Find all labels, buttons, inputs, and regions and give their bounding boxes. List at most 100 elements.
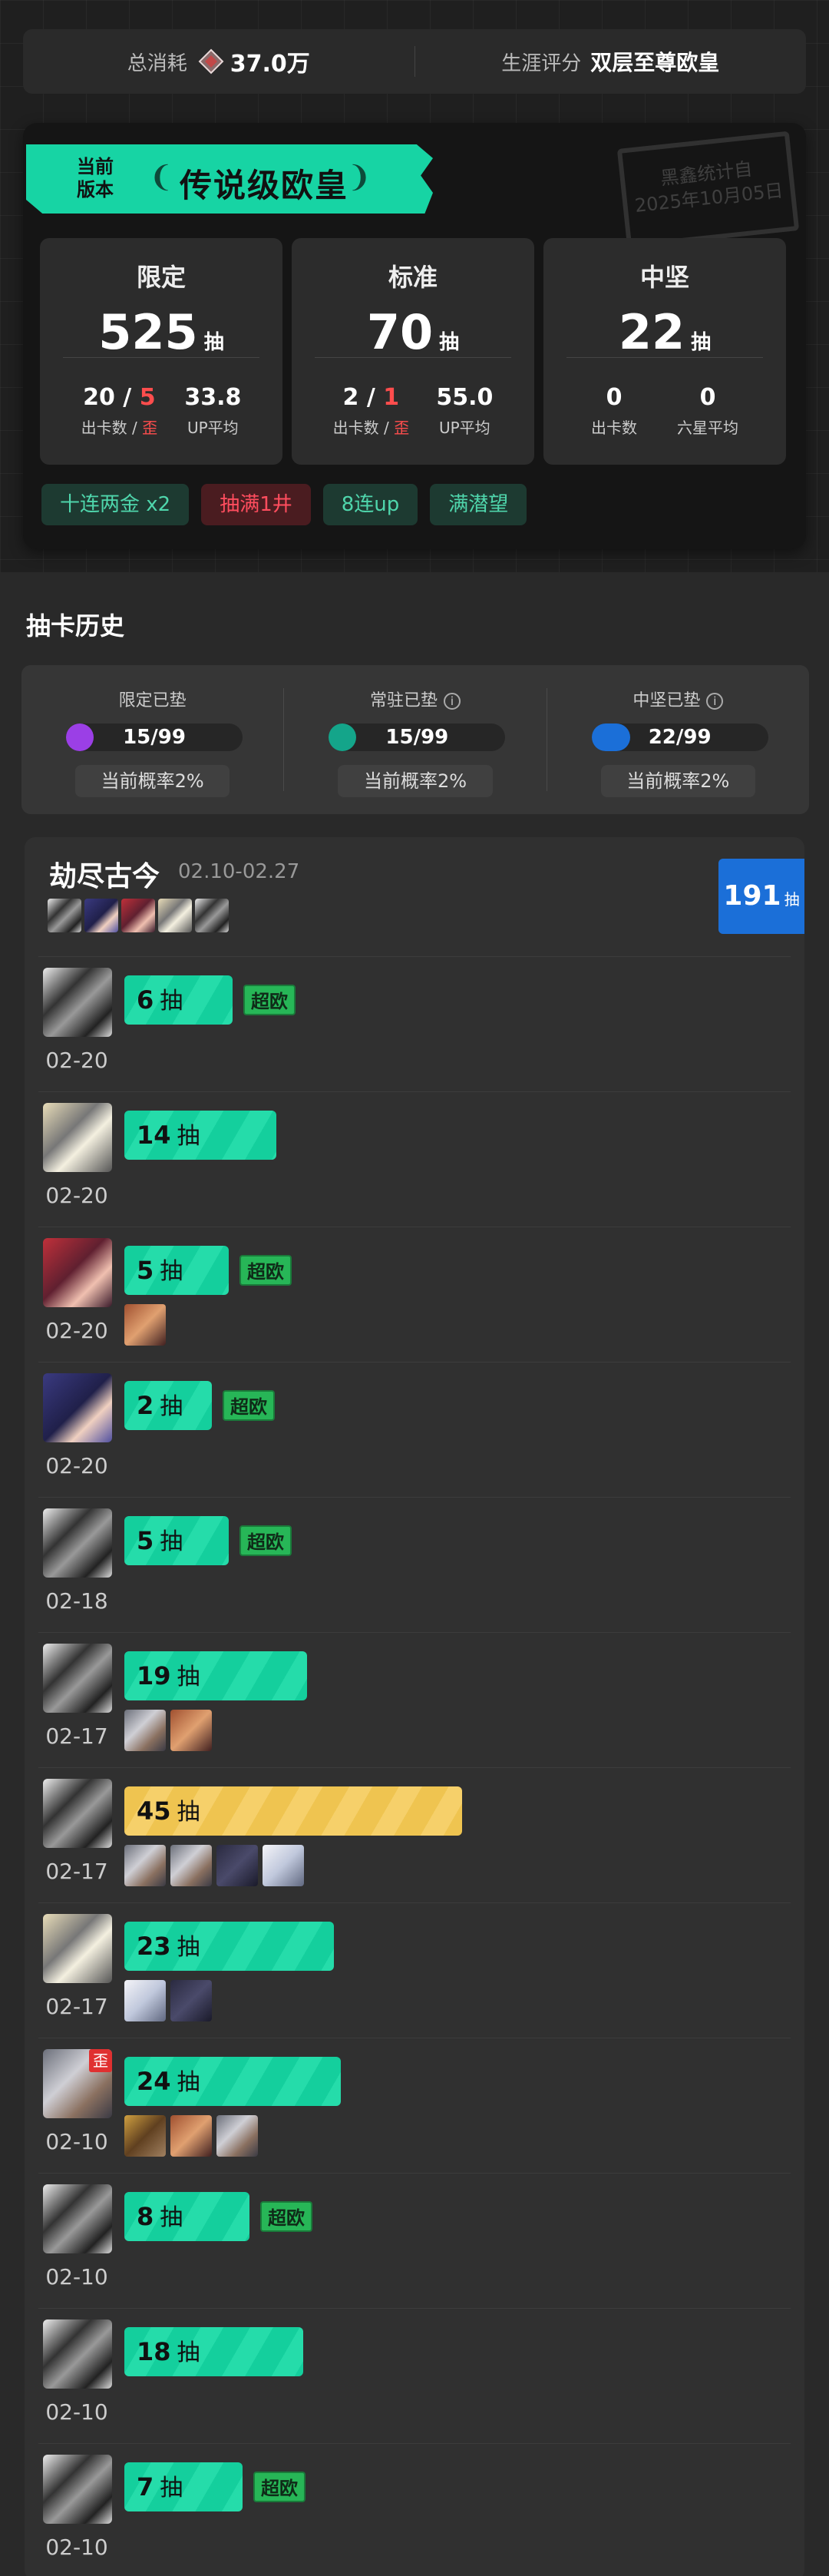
extra-pull-avatar[interactable] [170, 1845, 212, 1886]
achievement-tags: 十连两金 x2 抽满1井 8连up 满潜望 [41, 484, 527, 525]
pull-unit: 抽 [177, 1123, 200, 1150]
operator-avatar[interactable] [43, 1508, 112, 1578]
operator-avatar[interactable] [43, 1914, 112, 1983]
pull-record-row[interactable]: 02-10 7 抽超欧 [38, 2443, 791, 2576]
extra-pull-avatar[interactable] [124, 1980, 166, 2021]
stat-unit: 抽 [691, 331, 712, 354]
stat-avg-label: UP平均 [438, 419, 490, 437]
stat-sep: / [114, 384, 140, 411]
operator-avatar[interactable] [43, 2455, 112, 2524]
pull-unit: 抽 [160, 1528, 183, 1555]
pull-record-row[interactable]: 02-20 5 抽超欧 [38, 1227, 791, 1362]
extra-pull-avatar[interactable] [170, 1980, 212, 2021]
pity-standard: 常驻已垫 i 15/99 当前概率2% [284, 665, 546, 814]
pull-record-row[interactable]: 02-20 2 抽超欧 [38, 1362, 791, 1497]
featured-avatar [84, 899, 118, 932]
extra-pull-avatar[interactable] [263, 1845, 304, 1886]
operator-avatar[interactable] [43, 2184, 112, 2253]
pull-record-row[interactable]: 歪 02-10 24 抽 [38, 2038, 791, 2173]
featured-avatar [121, 899, 155, 932]
tag-ten-pull-two-gold: 十连两金 x2 [41, 484, 190, 525]
pull-record-row[interactable]: 02-17 45 抽 [38, 1767, 791, 1902]
extra-pull-avatar[interactable] [170, 1710, 212, 1751]
extra-pull-avatar[interactable] [216, 1845, 258, 1886]
version-label-line2: 版本 [77, 179, 114, 200]
pull-date: 02-10 [45, 2129, 108, 2154]
super-lucky-badge: 超欧 [260, 2201, 312, 2232]
pull-count: 7 [137, 2472, 154, 2502]
pool-date: 02.10-02.27 [178, 860, 300, 883]
pull-date: 02-10 [45, 2535, 108, 2560]
operator-avatar[interactable] [43, 1779, 112, 1848]
pity-value: 22/99 [648, 726, 712, 749]
pull-record-row[interactable]: 02-20 6 抽超欧 [38, 956, 791, 1091]
spend-value: 37.0万 [230, 51, 310, 78]
pool-featured-avatars [48, 899, 229, 932]
operator-avatar[interactable] [43, 968, 112, 1037]
pull-record-row[interactable]: 02-10 18 抽 [38, 2308, 791, 2443]
operator-avatar[interactable]: 歪 [43, 2049, 112, 2118]
pull-record-row[interactable]: 02-17 23 抽 [38, 1902, 791, 2038]
operator-avatar[interactable] [43, 1238, 112, 1307]
pool-total: 191 [723, 880, 781, 912]
pity-value: 15/99 [385, 726, 449, 749]
pull-record-row[interactable]: 02-10 8 抽超欧 [38, 2173, 791, 2308]
extra-pull-avatar[interactable] [170, 2115, 212, 2157]
stat-avg-label: 六星平均 [677, 419, 738, 437]
pull-count: 6 [137, 985, 154, 1015]
extra-pull-avatar[interactable] [124, 1710, 166, 1751]
stat-pulls-label: 出卡数 [591, 419, 637, 437]
stat-off-value: 1 [383, 384, 400, 411]
extra-pull-avatar[interactable] [216, 2115, 258, 2157]
pull-record-row[interactable]: 02-18 5 抽超欧 [38, 1497, 791, 1632]
stat-unit: 抽 [439, 331, 460, 354]
spend-label: 总消耗 [127, 51, 187, 75]
pull-unit: 抽 [160, 988, 183, 1015]
rating-value: 双层至尊欧皇 [590, 50, 720, 75]
version-card: 当前 版本 ❨ 传说级欧皇 ❩ 黑鑫统计自 2025年10月05日 限定 525… [23, 123, 806, 549]
stat-name: 标准 [388, 263, 438, 292]
extra-pull-avatar[interactable] [124, 2115, 166, 2157]
operator-avatar[interactable] [43, 1373, 112, 1442]
version-banner: 当前 版本 ❨ 传说级欧皇 ❩ [26, 144, 433, 214]
stat-standard: 标准 70 抽 2 / 1 出卡数 / 歪 55.0 UP平均 [292, 238, 534, 465]
pity-probability: 当前概率2% [338, 765, 493, 797]
pool-total-badge: 191 抽 [718, 859, 804, 934]
featured-avatar [48, 899, 81, 932]
info-icon[interactable]: i [444, 693, 461, 710]
page: 总消耗 37.0万 生涯评分 双层至尊欧皇 当前 版本 ❨ 传说级欧皇 ❩ 黑鑫… [0, 0, 829, 2576]
pull-unit: 抽 [160, 1258, 183, 1285]
pull-unit: 抽 [160, 2204, 183, 2231]
pull-unit: 抽 [160, 1393, 183, 1420]
version-label: 当前 版本 [64, 155, 126, 201]
pull-date: 02-10 [45, 2399, 108, 2425]
stat-pulls-value: 2 [342, 384, 359, 411]
pull-count: 14 [137, 1121, 171, 1150]
operator-avatar[interactable] [43, 1103, 112, 1172]
pull-count-bar: 14 抽 [124, 1111, 276, 1160]
pull-count: 2 [137, 1391, 154, 1420]
originium-gem-icon [198, 48, 224, 74]
featured-avatar [158, 899, 192, 932]
extra-pull-avatar[interactable] [124, 1304, 166, 1346]
pull-count-bar: 24 抽 [124, 2057, 341, 2106]
operator-avatar[interactable] [43, 1644, 112, 1713]
operator-avatar[interactable] [43, 2319, 112, 2389]
stat-pulls-label: 出卡数 / [332, 419, 395, 437]
pity-limited: 限定已垫 15/99 当前概率2% [21, 665, 283, 814]
pull-record-row[interactable]: 02-17 19 抽 [38, 1632, 791, 1767]
career-summary: 总消耗 37.0万 生涯评分 双层至尊欧皇 [23, 29, 806, 94]
banner-stats: 限定 525 抽 20 / 5 出卡数 / 歪 33.8 UP平均 标准 70 抽 [40, 238, 786, 465]
extra-pull-avatar[interactable] [124, 1845, 166, 1886]
stat-limited: 限定 525 抽 20 / 5 出卡数 / 歪 33.8 UP平均 [40, 238, 282, 465]
pull-date: 02-20 [45, 1183, 108, 1208]
pull-count-bar: 2抽 [124, 1381, 212, 1430]
pity-core: 中坚已垫 i 22/99 当前概率2% [547, 665, 809, 814]
pull-count: 24 [137, 2067, 171, 2096]
pity-probability: 当前概率2% [75, 765, 230, 797]
pull-date: 02-20 [45, 1453, 108, 1478]
pull-record-row[interactable]: 02-20 14 抽 [38, 1091, 791, 1227]
info-icon[interactable]: i [706, 693, 724, 710]
pull-count: 8 [137, 2202, 154, 2231]
pity-bar: 15/99 [329, 723, 506, 751]
